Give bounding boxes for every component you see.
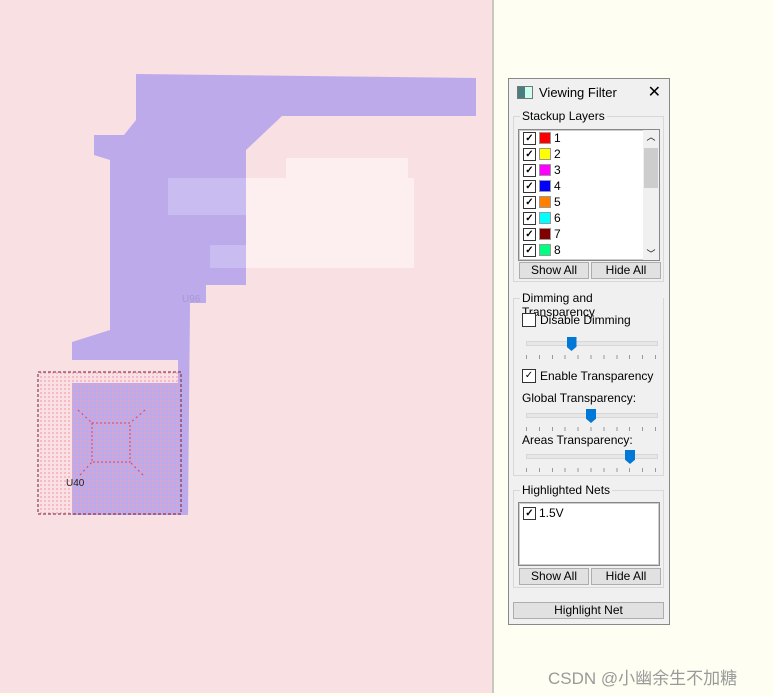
dimming-slider[interactable]: [526, 337, 658, 361]
app-icon: [517, 86, 533, 99]
watermark: CSDN @小幽余生不加糖: [548, 669, 738, 688]
layer-checkbox[interactable]: ✓: [523, 211, 536, 225]
layer-color-swatch: [539, 228, 551, 240]
cutout: [246, 178, 414, 268]
slider-thumb[interactable]: [566, 337, 577, 351]
layer-color-swatch: [539, 132, 551, 144]
layer-color-swatch: [539, 180, 551, 192]
splitter[interactable]: [492, 0, 494, 693]
scrollbar[interactable]: ︿ ﹀: [643, 130, 659, 260]
stackup-layers-group: Stackup Layers ✓ 1 ✓ 2 ✓ 3 ✓ 4 ✓ 5 ✓ 6 ✓ 7 ✓ 8 ︿ ﹀ Show…: [513, 109, 664, 282]
group-label: Stackup Layers: [520, 109, 607, 123]
scroll-thumb[interactable]: [644, 148, 658, 188]
layer-name: 4: [554, 179, 561, 193]
global-transparency-label: Global Transparency:: [522, 391, 637, 405]
layer-name: 8: [554, 243, 561, 257]
layer-item[interactable]: ✓ 2: [519, 146, 659, 162]
net-checkbox[interactable]: ✓: [523, 506, 536, 520]
dimming-group: Dimming and Transparency Disable Dimming…: [513, 291, 664, 476]
layer-color-swatch: [539, 212, 551, 224]
group-label: Highlighted Nets: [520, 483, 613, 497]
highlight-net-button[interactable]: Highlight Net: [513, 602, 664, 619]
layer-name: 3: [554, 163, 561, 177]
layers-hide-all-button[interactable]: Hide All: [591, 262, 661, 279]
layer-item[interactable]: ✓ 7: [519, 226, 659, 242]
cutout: [286, 158, 408, 180]
areas-transparency-slider[interactable]: [526, 450, 658, 474]
scroll-up-icon[interactable]: ︿: [643, 130, 659, 143]
pcb-layout: U96 U40: [37, 74, 476, 515]
layer-item[interactable]: ✓ 4: [519, 178, 659, 194]
layer-name: 2: [554, 147, 561, 161]
u40-footprint[interactable]: [37, 371, 182, 515]
pcb-canvas[interactable]: U96 U40: [0, 0, 492, 693]
layer-checkbox[interactable]: ✓: [523, 195, 536, 209]
global-transparency-slider[interactable]: [526, 409, 658, 433]
viewing-filter-panel: Viewing Filter ✕ Stackup Layers ✓ 1 ✓ 2 ✓ 3 ✓ 4…: [508, 78, 670, 625]
layer-name: 7: [554, 227, 561, 241]
areas-transparency-label: Areas Transparency:: [522, 433, 633, 447]
layer-list[interactable]: ✓ 1 ✓ 2 ✓ 3 ✓ 4 ✓ 5 ✓ 6 ✓ 7 ✓ 8 ︿ ﹀: [518, 129, 660, 261]
layer-checkbox[interactable]: ✓: [523, 179, 536, 193]
enable-transparency-checkbox[interactable]: ✓ Enable Transparency: [522, 369, 653, 383]
refdes-u96: U96: [182, 294, 201, 305]
layer-color-swatch: [539, 244, 551, 256]
checkbox-label: Enable Transparency: [540, 369, 654, 383]
panel-title: Viewing Filter: [539, 85, 617, 100]
layer-checkbox[interactable]: ✓: [523, 131, 536, 145]
cutout: [168, 178, 248, 215]
layer-item[interactable]: ✓ 5: [519, 194, 659, 210]
highlighted-nets-group: Highlighted Nets ✓ 1.5V Show All Hide All: [513, 483, 664, 588]
checkbox-label: Disable Dimming: [540, 313, 631, 327]
layer-checkbox[interactable]: ✓: [523, 163, 536, 177]
slider-thumb[interactable]: [625, 450, 635, 464]
layer-name: 6: [554, 211, 561, 225]
disable-dimming-checkbox[interactable]: Disable Dimming: [522, 313, 631, 327]
layer-item[interactable]: ✓ 8: [519, 242, 659, 258]
layer-item[interactable]: ✓ 1: [519, 130, 659, 146]
nets-hide-all-button[interactable]: Hide All: [591, 568, 661, 585]
layer-item[interactable]: ✓ 3: [519, 162, 659, 178]
slider-thumb[interactable]: [586, 409, 596, 423]
layer-color-swatch: [539, 148, 551, 160]
net-item[interactable]: ✓ 1.5V: [519, 505, 659, 521]
net-name: 1.5V: [539, 506, 564, 520]
layer-color-swatch: [539, 164, 551, 176]
scroll-down-icon[interactable]: ﹀: [643, 247, 659, 260]
layer-color-swatch: [539, 196, 551, 208]
net-list[interactable]: ✓ 1.5V: [518, 502, 660, 566]
layers-show-all-button[interactable]: Show All: [519, 262, 589, 279]
close-icon[interactable]: ✕: [648, 82, 661, 102]
layer-name: 1: [554, 131, 561, 145]
layer-checkbox[interactable]: ✓: [523, 243, 536, 257]
layer-item[interactable]: ✓ 6: [519, 210, 659, 226]
layer-name: 5: [554, 195, 561, 209]
cutout: [210, 245, 248, 268]
layer-checkbox[interactable]: ✓: [523, 147, 536, 161]
refdes-u40: U40: [66, 478, 85, 489]
layer-checkbox[interactable]: ✓: [523, 227, 536, 241]
nets-show-all-button[interactable]: Show All: [519, 568, 589, 585]
